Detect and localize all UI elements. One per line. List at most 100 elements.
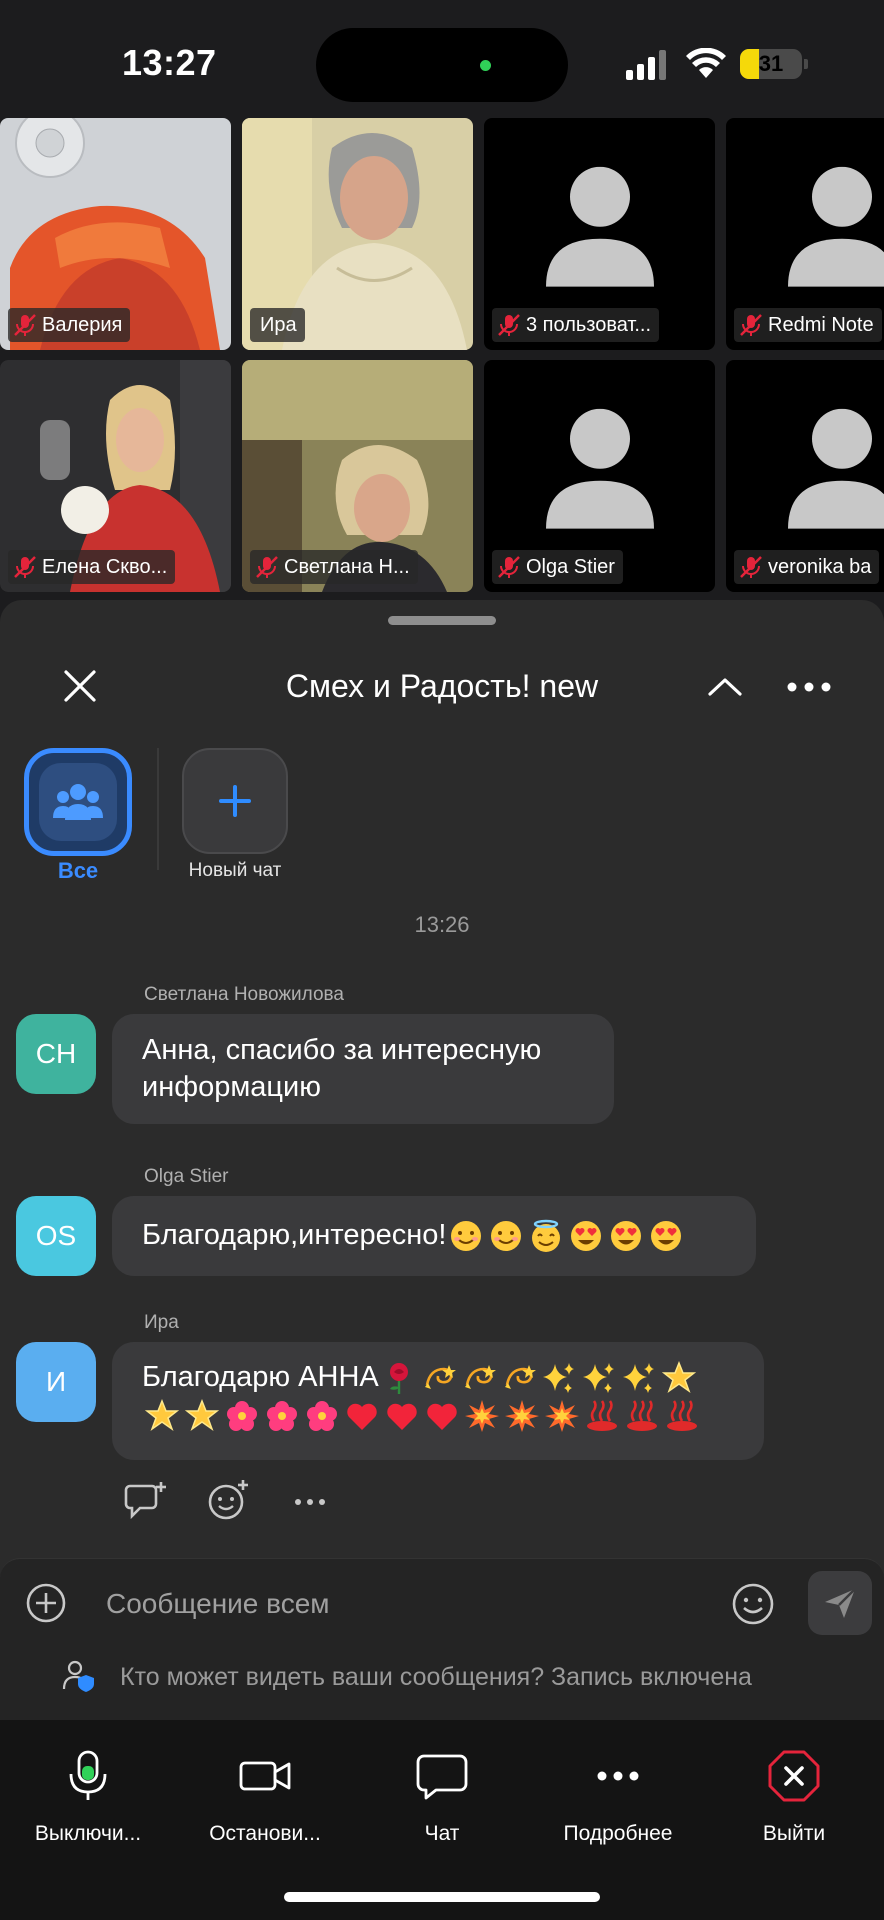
hot-springs-emoji-icon [587,1400,617,1432]
participant-name-tag: Елена Скво... [8,550,176,584]
participant-tile[interactable]: Валерия [0,118,231,350]
stop-video-button[interactable]: Останови... [177,1748,353,1846]
collision-emoji-icon [505,1400,539,1433]
avatar[interactable]: OS [16,1196,96,1276]
clock: 13:27 [122,42,217,83]
chevron-up-icon[interactable] [704,670,746,704]
group-icon [53,784,103,820]
more-label: Подробнее [563,1822,673,1845]
plus-icon [219,785,251,817]
participant-tile[interactable]: Светлана Н... [242,360,473,592]
chat-filter-all-button[interactable] [24,748,132,856]
add-reaction-icon[interactable] [206,1478,250,1522]
meeting-toolbar: Выключи... Останови... Чат Подробнее Вый… [0,1720,884,1920]
participant-name-tag: veronika ba [734,550,880,584]
participant-name: Olga Stier [526,555,615,578]
leave-meeting-button[interactable]: Выйти [706,1748,882,1846]
chat-button[interactable]: Чат [354,1748,530,1846]
participant-name: Елена Скво... [42,555,168,578]
glowing-star-emoji-icon [185,1399,219,1432]
hibiscus-emoji-icon [307,1401,337,1432]
collision-emoji-icon [545,1400,579,1433]
message-actions [124,1478,332,1522]
message-text: Анна, спасибо за интересную информацию [142,1034,542,1103]
message-bubble[interactable]: Анна, спасибо за интересную информацию [112,1014,614,1124]
divider [157,748,159,870]
rose-emoji-icon [389,1363,408,1395]
participant-name: veronika ba [768,555,872,578]
mic-muted-icon [740,556,762,578]
battery-nub [804,59,808,69]
participant-tile[interactable]: 3 пользоват... [484,118,715,350]
participant-name-tag: 3 пользоват... [492,308,660,342]
hot-springs-emoji-icon [667,1400,697,1432]
chat-filter-all-label: Все [57,858,99,883]
user-avatar-placeholder-icon [787,408,884,529]
user-avatar-placeholder-icon [545,166,654,287]
glowing-star-emoji-icon [661,1361,696,1394]
mute-label: Выключи... [34,1822,142,1845]
heart-eyes-emoji-icon [571,1221,602,1252]
more-options-icon[interactable] [288,1478,332,1522]
privacy-shield-icon [62,1660,94,1692]
participant-name-tag: Olga Stier [492,550,623,584]
hibiscus-emoji-icon [227,1401,257,1432]
participant-tile[interactable]: Ира [242,118,473,350]
heart-emoji-icon [427,1404,457,1431]
mic-muted-icon [14,314,36,336]
mic-muted-icon [498,556,520,578]
glowing-star-emoji-icon [145,1399,179,1432]
mic-muted-icon [256,556,278,578]
smile-emoji-icon [451,1221,482,1252]
reply-in-thread-icon[interactable] [124,1478,168,1522]
more-options-icon[interactable] [784,670,834,704]
cellular-signal-icon [626,50,666,80]
participant-tile[interactable]: Olga Stier [484,360,715,592]
message-text: Благодарю АННА [142,1361,379,1393]
video-camera-icon [239,1761,291,1791]
mic-muted-icon [740,314,762,336]
participant-tile[interactable]: Елена Скво... [0,360,231,592]
avatar[interactable]: СН [16,1014,96,1094]
message-bubble[interactable]: Благодарю,интересно! [112,1196,756,1276]
participant-name: Светлана Н... [284,555,410,578]
participant-tile[interactable]: Redmi Note [726,118,884,350]
battery-level: 31 [758,51,784,76]
sparkles-emoji-icon [542,1363,574,1394]
message-input[interactable] [106,1583,706,1625]
battery-indicator: 31 [740,49,802,79]
sheet-grabber-handle[interactable] [388,616,496,625]
more-options-icon [597,1771,639,1781]
send-button[interactable] [808,1571,872,1635]
mic-muted-icon [14,556,36,578]
video-grid: Валерия Ира 3 пользоват... Redmi Note Ел… [0,118,884,594]
avatar[interactable]: И [16,1342,96,1422]
message-sender: Ира [144,1312,179,1333]
dynamic-island [316,28,568,102]
more-button[interactable]: Подробнее [530,1748,706,1846]
status-bar: 13:27 31 [0,0,884,118]
mic-muted-icon [498,314,520,336]
emoji-picker-icon[interactable] [730,1581,776,1627]
dizzy-emoji-icon [504,1365,536,1390]
new-chat-button[interactable] [182,748,288,854]
add-attachment-icon[interactable] [24,1581,68,1625]
participant-name-tag: Ира [250,308,305,342]
chat-panel: Смех и Радость! new Все Новый чат 13:26 … [0,600,884,1720]
chat-bubble-icon [416,1754,468,1800]
participant-tile[interactable]: veronika ba [726,360,884,592]
home-indicator[interactable] [284,1892,600,1902]
smile-emoji-icon [491,1221,522,1252]
privacy-notice[interactable]: Кто может видеть ваши сообщения? Запись … [120,1663,752,1692]
participant-name-tag: Redmi Note [734,308,882,342]
participant-name-tag: Валерия [8,308,131,342]
user-avatar-placeholder-icon [787,166,884,287]
mute-button[interactable]: Выключи... [0,1748,176,1846]
message-bubble[interactable]: Благодарю АННА [112,1342,764,1460]
heart-eyes-emoji-icon [651,1221,682,1252]
participant-name-tag: Светлана Н... [250,550,418,584]
hot-springs-emoji-icon [627,1400,657,1432]
emoji-sequence [446,1219,686,1253]
heart-eyes-emoji-icon [611,1221,642,1252]
participant-name: Redmi Note [768,313,874,336]
